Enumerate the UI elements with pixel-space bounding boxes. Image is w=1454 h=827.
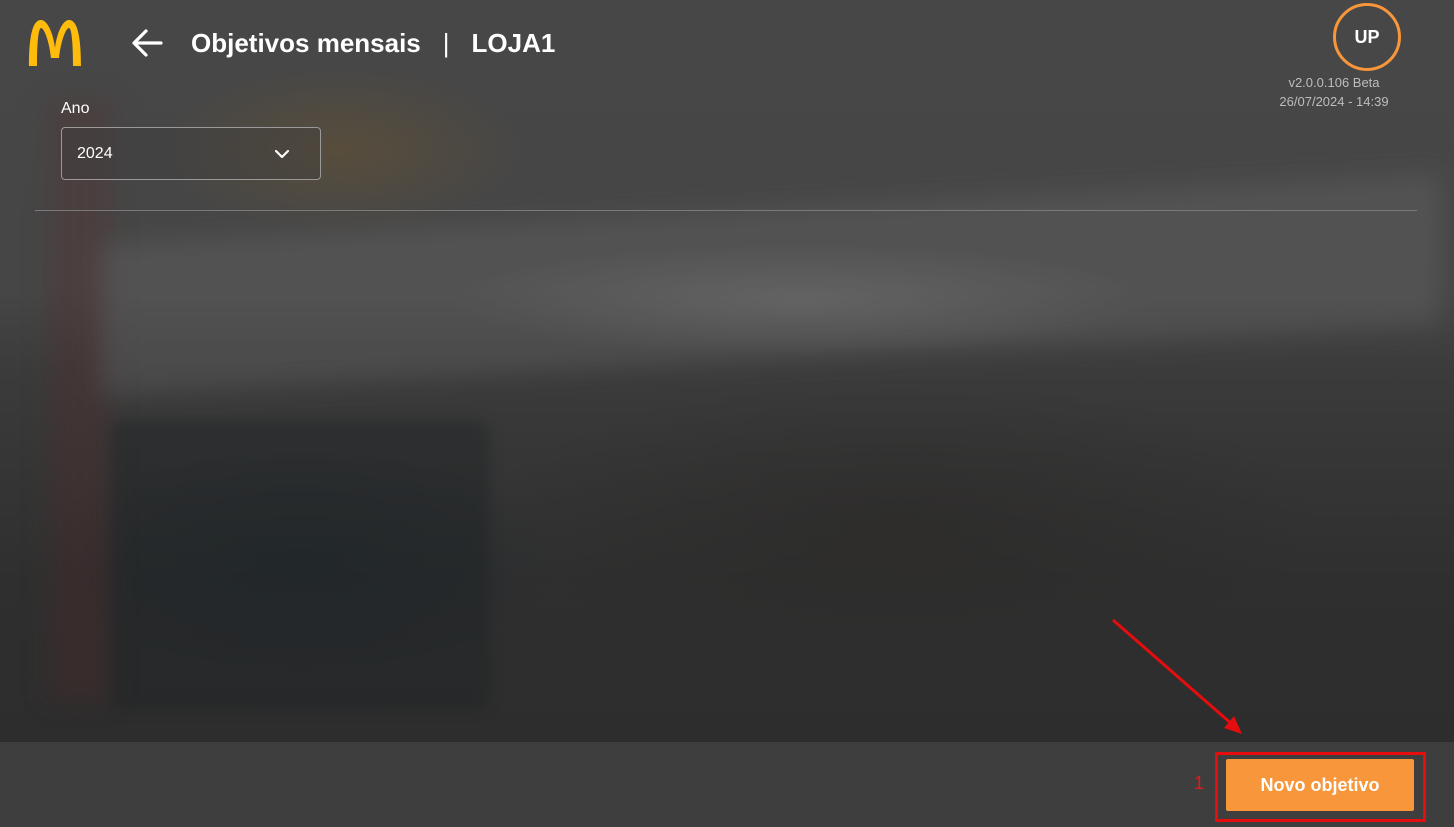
current-datetime: 26/07/2024 - 14:39 <box>1279 94 1389 109</box>
user-avatar[interactable]: UP <box>1333 3 1401 71</box>
annotation-arrow <box>1112 618 1242 734</box>
title-separator: | <box>442 28 450 58</box>
page-title: Objetivos mensais | LOJA1 <box>191 24 555 62</box>
store-name: LOJA1 <box>471 28 556 58</box>
app-screen: Objetivos mensais | LOJA1 UP v2.0.0.106 … <box>0 0 1454 827</box>
mcdonalds-logo <box>29 20 81 66</box>
user-initials: UP <box>1354 26 1380 47</box>
year-select[interactable]: 2024 <box>61 127 321 180</box>
page-title-text: Objetivos mensais <box>191 28 421 58</box>
new-goal-button-label: Novo objetivo <box>1260 774 1380 795</box>
annotation-step-number: 1 <box>1194 773 1205 793</box>
new-goal-button[interactable]: Novo objetivo <box>1226 759 1414 811</box>
section-divider <box>35 210 1417 211</box>
app-version: v2.0.0.106 Beta <box>1288 75 1380 90</box>
back-arrow-icon[interactable] <box>128 24 166 62</box>
year-select-value: 2024 <box>77 144 113 162</box>
version-info: v2.0.0.106 Beta 26/07/2024 - 14:39 <box>1254 73 1414 111</box>
chevron-down-icon <box>274 149 290 159</box>
year-label: Ano <box>61 100 90 117</box>
